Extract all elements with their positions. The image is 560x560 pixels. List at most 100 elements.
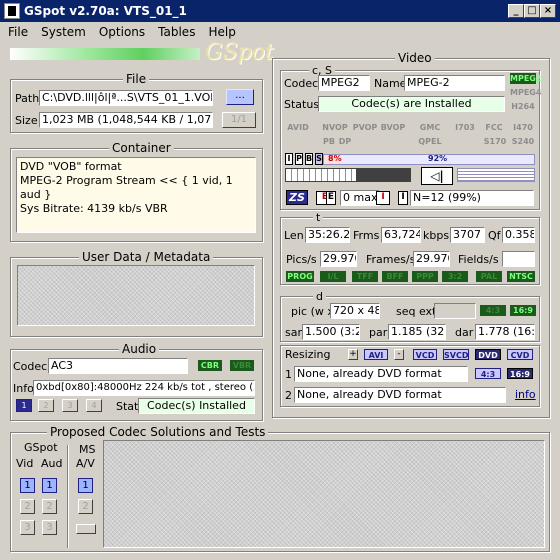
aud-solution-1[interactable]: 1	[42, 478, 57, 493]
ms-label: MS	[79, 443, 96, 456]
audio-codec-label: Codec	[13, 360, 48, 373]
resize-minus-button[interactable]: -	[394, 349, 404, 360]
fields-field	[502, 251, 535, 267]
prog-tag: PROG	[286, 271, 314, 282]
frame-distribution-bar: 8% 92%	[323, 154, 535, 165]
container-line: MPEG-2 Program Stream << { 1 vid, 1 aud …	[20, 174, 233, 201]
i-left-icon: I	[376, 191, 390, 205]
browse-button[interactable]: ...	[226, 89, 254, 105]
bvop-tag: BVOP	[380, 123, 406, 132]
window-title: GSpot v2.70a: VTS_01_1	[24, 4, 187, 18]
av-label: A/V	[76, 457, 95, 470]
userdata-box	[17, 265, 255, 326]
ms-solution-2[interactable]: 2	[78, 499, 93, 514]
ntsc-tag: NTSC	[507, 271, 535, 282]
resize-43-button[interactable]: 4:3	[475, 368, 501, 379]
resize-plus-button[interactable]: +	[348, 349, 358, 360]
ms-solution-1[interactable]: 1	[78, 478, 93, 493]
pvop-tag: PVOP	[352, 123, 378, 132]
pic-label: pic (w x	[291, 305, 334, 318]
seq-label: seq ext	[396, 305, 437, 318]
info-link[interactable]: info	[515, 388, 536, 401]
ms-empty-button[interactable]	[76, 524, 96, 534]
audio-track-1[interactable]: 1	[16, 399, 32, 412]
resizing-label: Resizing	[285, 348, 331, 361]
userdata-group-title: User Data / Metadata	[79, 250, 214, 264]
pics-label: Pics/s	[286, 253, 317, 266]
sar-field: 1.500 (3:2)	[302, 324, 360, 340]
vid-solution-3[interactable]: 3	[20, 520, 35, 535]
title-bar[interactable]: GSpot v2.70a: VTS_01_1 _ □ ×	[0, 0, 560, 22]
audio-info-field: 0xbd[0x80]:48000Hz 224 kb/s tot , stereo…	[33, 380, 255, 396]
len-label: Len	[284, 229, 304, 242]
dvd-button[interactable]: DVD	[475, 349, 501, 360]
vid-solution-2[interactable]: 2	[20, 499, 35, 514]
video-codec-field: MPEG2	[318, 75, 370, 91]
frame-type-b: B	[305, 153, 313, 165]
frame-type-s: S	[315, 153, 323, 165]
video-group-title: Video	[395, 51, 435, 65]
container-line: DVD "VOB" format	[20, 160, 122, 173]
qpel-tag: QPEL	[418, 137, 442, 146]
gmc-tag: GMC	[419, 123, 441, 132]
aud-solution-2[interactable]: 2	[42, 499, 57, 514]
ppp-tag: PPP	[412, 271, 438, 282]
il-tag: I/L	[320, 271, 346, 282]
seq-field	[434, 303, 476, 319]
avi-button[interactable]: AVI	[364, 349, 388, 360]
audio-track-3[interactable]: 3	[62, 399, 78, 412]
audio-track-2[interactable]: 2	[38, 399, 54, 412]
app-icon	[4, 3, 20, 19]
audio-info-label: Info	[13, 382, 34, 395]
audio-track-4[interactable]: 4	[86, 399, 102, 412]
i-right-icon: I	[398, 191, 408, 205]
close-button[interactable]: ×	[540, 4, 556, 18]
menu-help[interactable]: Help	[200, 25, 240, 39]
page-indicator[interactable]: 1/1	[222, 112, 256, 128]
ar-169-tag: 16:9	[510, 305, 536, 316]
menu-system[interactable]: System	[33, 25, 91, 39]
video-name-field: MPEG-2	[404, 75, 505, 91]
proposed-solutions-box	[103, 440, 545, 548]
gop-pointer-icon[interactable]: ◁|	[421, 167, 453, 185]
kbps-field: 3707	[450, 227, 485, 243]
pic-field: 720 x 480	[330, 303, 380, 319]
par-label: par	[369, 326, 388, 339]
svcd-button[interactable]: SVCD	[443, 349, 469, 360]
pulldown-tag: 3:2	[442, 271, 468, 282]
resize-169-button[interactable]: 16:9	[507, 368, 533, 379]
cvd-button[interactable]: CVD	[507, 349, 533, 360]
len-field: 35:26.27!	[305, 227, 350, 243]
s240-tag: S240	[511, 137, 535, 146]
frms-label: Frms	[353, 229, 380, 242]
dar-field: 1.778 (16:9)	[475, 324, 535, 340]
vcd-button[interactable]: VCD	[413, 349, 437, 360]
ar-43-tag: 4:3	[480, 305, 506, 316]
audio-stat-label: Stat	[116, 400, 139, 413]
vid-solution-1[interactable]: 1	[20, 478, 35, 493]
qf-label: Qf	[488, 229, 501, 242]
gspot-label: GSpot	[24, 441, 58, 454]
zs-button[interactable]: ZS	[286, 190, 308, 205]
cbr-tag: CBR	[198, 360, 222, 371]
maximize-button[interactable]: □	[524, 4, 540, 18]
fields-label: Fields/s	[458, 253, 499, 266]
sar-label: sar	[285, 326, 302, 339]
menu-tables[interactable]: Tables	[150, 25, 200, 39]
mpeg2-tag: MPEG2	[510, 73, 542, 84]
minimize-button[interactable]: _	[508, 4, 524, 18]
frames-field: 29.970	[413, 251, 450, 267]
dar-label: dar	[455, 326, 474, 339]
max-field: 0 max	[340, 190, 380, 206]
progress-strip	[10, 48, 200, 60]
i-frame-pct: 8%	[328, 154, 342, 163]
bff-tag: BFF	[382, 271, 408, 282]
h264-tag: H264	[511, 102, 535, 111]
menu-options[interactable]: Options	[91, 25, 150, 39]
aud-solution-3[interactable]: 3	[42, 520, 57, 535]
pics-field: 29.970	[320, 251, 357, 267]
path-field[interactable]: C:\DVD.lll|ôl|ª...S\VTS_01_1.VOB	[39, 90, 213, 106]
resize-row1-field: None, already DVD format	[294, 366, 468, 382]
audio-codec-field: AC3	[48, 358, 188, 374]
menu-file[interactable]: File	[0, 25, 33, 39]
